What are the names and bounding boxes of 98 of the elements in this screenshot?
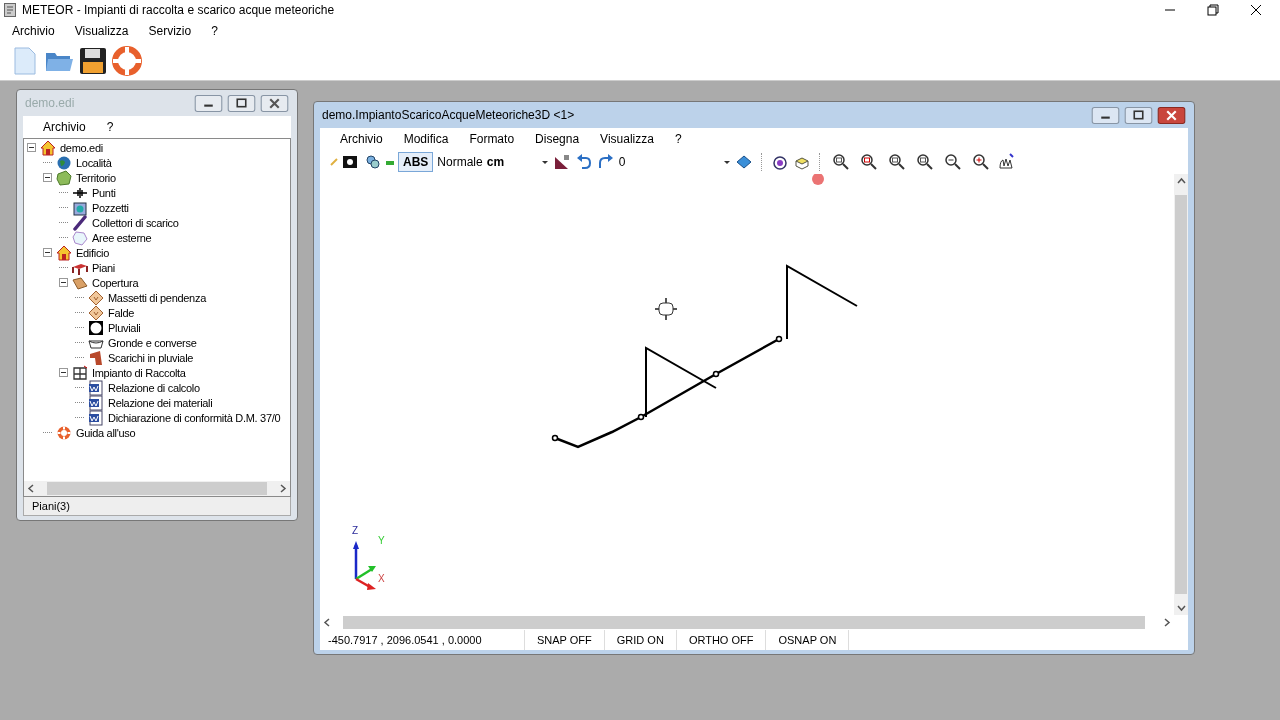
collapse-toggle[interactable] xyxy=(59,278,68,287)
tree-item[interactable]: Edificio xyxy=(76,246,110,259)
doc-icon xyxy=(88,394,104,411)
well-icon xyxy=(72,199,88,216)
roof-icon xyxy=(72,274,88,291)
tree-item[interactable]: Piani xyxy=(92,261,115,274)
window-title: demo.ImpiantoScaricoAcqueMeteoriche3D <1> xyxy=(322,108,576,122)
zoom-out-icon[interactable] xyxy=(943,153,962,171)
globe-icon xyxy=(56,154,72,171)
dropdown-caret-icon[interactable] xyxy=(540,158,549,166)
pipe-icon xyxy=(72,214,88,231)
tree-item[interactable]: Territorio xyxy=(76,171,116,184)
scrollbar-thumb[interactable] xyxy=(343,616,1145,629)
axis-label: X xyxy=(378,573,385,584)
window-title: demo.edi xyxy=(25,96,76,110)
tree-item[interactable]: Gronde e converse xyxy=(108,336,197,349)
diamond-icon xyxy=(88,304,104,321)
scroll-down-icon[interactable] xyxy=(1176,603,1186,612)
tree-item[interactable]: Massetti di pendenza xyxy=(108,291,206,304)
tree-item[interactable]: Pluviali xyxy=(108,321,141,334)
tree-item[interactable]: Punti xyxy=(92,186,116,199)
scroll-right-icon[interactable] xyxy=(1162,618,1171,627)
zoom-in-icon[interactable] xyxy=(971,153,990,171)
scroll-left-icon[interactable] xyxy=(27,484,36,493)
snap-point-icon[interactable] xyxy=(342,153,360,171)
menu-item[interactable]: Archivio xyxy=(340,132,383,146)
zoom-center-icon[interactable] xyxy=(859,153,878,171)
collapse-toggle[interactable] xyxy=(27,143,36,152)
house-icon xyxy=(56,244,72,261)
doc-icon xyxy=(88,379,104,396)
status-toggle[interactable]: OSNAP ON xyxy=(765,630,850,650)
scroll-left-icon[interactable] xyxy=(323,618,332,627)
collapse-toggle[interactable] xyxy=(43,248,52,257)
diamond-icon xyxy=(88,289,104,306)
tree-item[interactable]: Località xyxy=(76,156,112,169)
tree-item[interactable]: Impianto di Raccolta xyxy=(92,366,186,379)
menu-item[interactable]: Modifica xyxy=(403,132,449,146)
menu-item[interactable]: Archivio xyxy=(12,24,55,38)
menu-item[interactable]: ? xyxy=(211,24,218,38)
tree-item[interactable]: Falde xyxy=(108,306,135,319)
dropdown-caret-icon[interactable] xyxy=(722,158,731,166)
menu-item[interactable]: ? xyxy=(106,120,114,134)
tree-item[interactable]: Pozzetti xyxy=(92,201,129,214)
line-style: Normale xyxy=(437,155,483,169)
orbit-icon[interactable] xyxy=(770,153,789,171)
menu-item[interactable]: Servizio xyxy=(148,24,192,38)
tree-item[interactable]: Scarichi in pluviale xyxy=(108,351,194,364)
land-icon xyxy=(56,169,72,186)
area-icon xyxy=(72,229,88,246)
layer-select[interactable]: 0 xyxy=(618,155,719,169)
scroll-right-icon[interactable] xyxy=(278,484,287,493)
menu-item[interactable]: ? xyxy=(674,132,682,146)
help-icon xyxy=(56,424,72,441)
window-title: METEOR - Impianti di raccolta e scarico acque meteoriche xyxy=(22,3,336,17)
menu-item[interactable]: Formato xyxy=(469,132,515,146)
tree-item[interactable]: demo.edi xyxy=(60,141,103,154)
status-text: Piani(3) xyxy=(32,500,70,512)
close-icon[interactable] xyxy=(1157,106,1186,124)
scrollbar-thumb[interactable] xyxy=(1175,195,1187,594)
tree-item[interactable]: Dichiarazione di conformità D.M. 37/0 xyxy=(108,411,281,424)
coordinates-readout: -450.7917 , 2096.0541 , 0.0000 xyxy=(327,634,483,646)
scroll-up-icon[interactable] xyxy=(1176,177,1186,186)
scrollbar-thumb[interactable] xyxy=(47,482,267,495)
tree-item[interactable]: Guida all'uso xyxy=(76,426,136,439)
axis-label: Y xyxy=(378,535,385,546)
spheres-icon[interactable] xyxy=(364,153,382,171)
unit-select[interactable]: cm xyxy=(486,155,537,169)
tree-item[interactable]: Copertura xyxy=(92,276,139,289)
tree-item[interactable]: Aree esterne xyxy=(92,231,152,244)
click-indicator xyxy=(812,174,824,185)
minimize-icon[interactable] xyxy=(1091,106,1120,124)
zoom-previous-icon[interactable] xyxy=(915,153,934,171)
move-cursor-icon xyxy=(654,297,678,321)
collapse-toggle[interactable] xyxy=(43,173,52,182)
axis-label: Z xyxy=(352,525,359,536)
zoom-extents-icon[interactable] xyxy=(887,153,906,171)
menu-item[interactable]: Disegna xyxy=(535,132,580,146)
collapse-toggle[interactable] xyxy=(59,368,68,377)
status-toggle[interactable]: GRID ON xyxy=(603,630,676,650)
save-icon[interactable] xyxy=(78,46,108,76)
abs-toggle[interactable]: ABS xyxy=(398,152,434,172)
doc-icon xyxy=(88,409,104,426)
house-icon xyxy=(40,139,56,156)
tree-item[interactable]: Collettori di scarico xyxy=(92,216,179,229)
menu-item[interactable]: Archivio xyxy=(43,120,86,134)
menu-item[interactable]: Visualizza xyxy=(74,24,129,38)
status-toggle[interactable]: SNAP OFF xyxy=(524,630,604,650)
plane-icon[interactable] xyxy=(734,153,753,171)
zoom-window-icon[interactable] xyxy=(831,153,850,171)
tree-item[interactable]: Relazione dei materiali xyxy=(108,396,213,409)
redo-icon[interactable] xyxy=(596,153,615,171)
menu-item[interactable]: Visualizza xyxy=(600,132,654,146)
circle-icon xyxy=(88,319,104,336)
status-toggle[interactable]: ORTHO OFF xyxy=(675,630,766,650)
maximize-icon[interactable] xyxy=(1124,106,1153,124)
tree-item[interactable]: Relazione di calcolo xyxy=(108,381,200,394)
grid-icon xyxy=(72,364,88,381)
app-icon xyxy=(4,3,16,17)
